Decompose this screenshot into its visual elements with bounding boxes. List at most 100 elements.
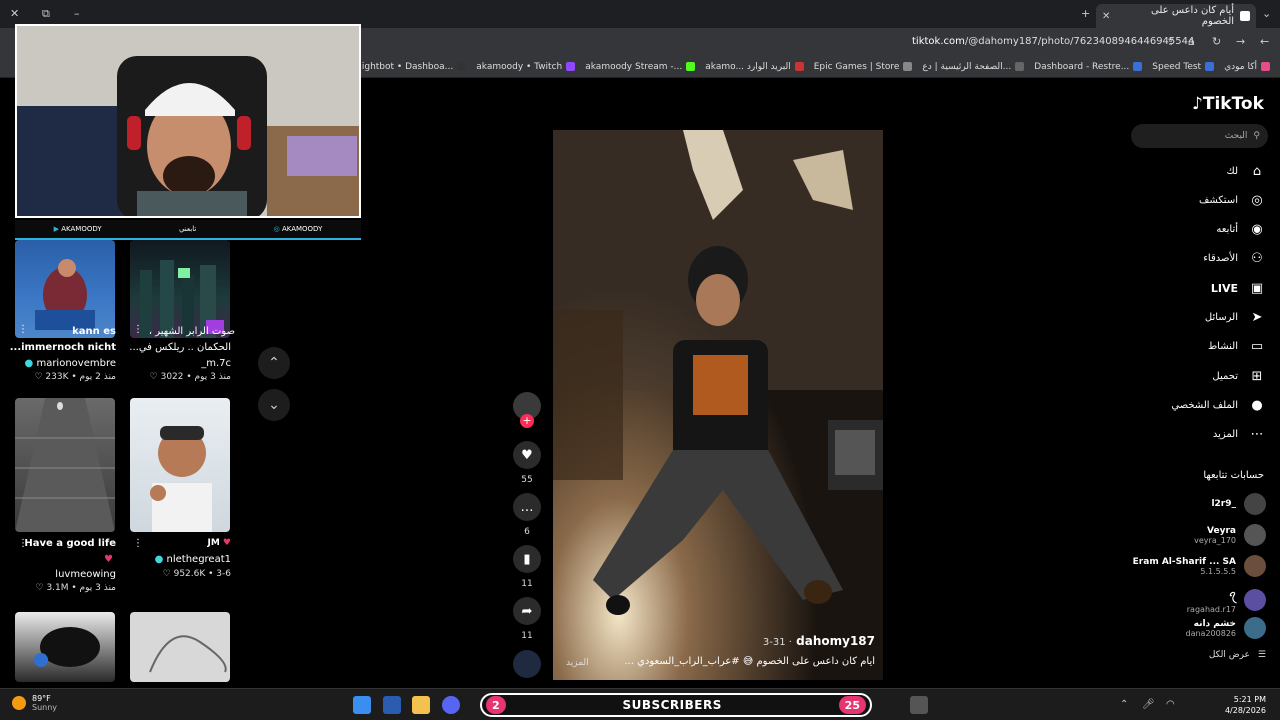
close-icon[interactable]: ✕	[10, 7, 19, 20]
system-clock[interactable]: 5:21 PM 4/28/2026	[1225, 694, 1266, 716]
share-icon[interactable]: ⇪	[1166, 35, 1175, 48]
bookmark-item[interactable]: Epic Games | Store	[814, 62, 913, 72]
bookmark-item[interactable]: Nightbot • Dashboa...	[355, 62, 467, 72]
compass-icon: ◎	[1251, 192, 1263, 208]
sidebar-item-more[interactable]: المزيد ⋯	[1213, 425, 1266, 445]
bookmark-item[interactable]: akamoody • Twitch	[476, 62, 576, 72]
instagram-icon: ◎	[273, 225, 280, 233]
sidebar-item-upload[interactable]: تحميل ⊞	[1212, 366, 1266, 386]
kebab-icon[interactable]: ⋮	[18, 538, 28, 549]
search-input[interactable]: البحث ⚲	[1131, 124, 1268, 148]
settings-gear-icon[interactable]	[910, 696, 928, 714]
following-account[interactable]: l2r9_	[1211, 493, 1266, 515]
chevron-down-icon[interactable]: ⌄	[1262, 7, 1271, 20]
back-icon[interactable]: ←	[1260, 35, 1269, 48]
sidebar-item-live[interactable]: LIVE ▣	[1211, 278, 1266, 298]
forward-icon[interactable]: →	[1236, 35, 1245, 48]
video-title[interactable]: Have a good life	[24, 538, 116, 549]
sidebar-item-profile[interactable]: الملف الشخصي ●	[1171, 395, 1266, 415]
video-author[interactable]: marionovembre ●	[25, 358, 116, 369]
like-button[interactable]: ♥ 55	[512, 441, 542, 485]
weather-widget[interactable]: 89°F Sunny	[12, 694, 57, 712]
video-thumbnail[interactable]	[130, 612, 230, 682]
post-author[interactable]: 3-31 · dahomy187	[553, 634, 875, 648]
youtube-handle: ▶ AKAMOODY	[54, 225, 102, 233]
weather-condition: Sunny	[32, 703, 58, 712]
sidebar-item-friends[interactable]: الأصدقاء ⚇	[1203, 249, 1266, 269]
wrestling-image	[35, 259, 95, 330]
account-display-name: Veyra	[1207, 525, 1236, 536]
tiktok-favicon-icon	[1240, 11, 1250, 21]
video-author[interactable]: luvmeowing	[55, 569, 116, 580]
scroll-down-button[interactable]: ⌄	[258, 389, 290, 421]
new-tab-icon[interactable]: +	[1081, 7, 1090, 20]
share-count: 11	[521, 631, 533, 641]
author-avatar-button[interactable]: +	[512, 392, 542, 428]
url-text[interactable]: tiktok.com/@dahomy187/photo/762340894644…	[912, 36, 1194, 47]
bookmark-favicon-icon	[1261, 62, 1270, 71]
bookmark-item[interactable]: الصفحة الرئيسية | دع...	[922, 62, 1025, 72]
sound-disc-button[interactable]	[512, 650, 542, 678]
home-browser-icon[interactable]: ⌂	[1188, 35, 1195, 48]
bookmark-item[interactable]: Speed Test	[1152, 62, 1215, 72]
kebab-icon[interactable]: ⋮	[133, 324, 143, 335]
home-icon: ⌂	[1252, 163, 1262, 179]
follow-plus-icon[interactable]: +	[520, 414, 534, 428]
account-names: ꪖ ragahad.r17	[1187, 586, 1236, 614]
tab-active[interactable]: أيام كان داعس على الخصوم ✕	[1096, 4, 1256, 28]
video-grid: kann es immernoch nicht... marionovembre…	[0, 220, 245, 682]
sidebar-item-label: الرسائل	[1204, 312, 1238, 323]
comment-button[interactable]: … 6	[512, 493, 542, 537]
video-title[interactable]: صوت الرابر الشهير ،	[149, 326, 235, 337]
reload-icon[interactable]: ↻	[1212, 35, 1221, 48]
video-author[interactable]: nlethegreat1 ●	[155, 554, 231, 565]
avatar	[1244, 524, 1266, 546]
following-account[interactable]: خشم دانه dana200826	[1186, 617, 1266, 639]
kebab-icon[interactable]: ⋮	[18, 324, 28, 335]
kebab-icon[interactable]: ⋮	[133, 538, 143, 549]
heart-icon: ♥	[513, 441, 541, 469]
bookmark-item[interactable]: akamoody Stream -...	[585, 62, 696, 72]
video-title[interactable]: ♥ JM	[207, 538, 231, 548]
discord-icon[interactable]	[442, 696, 460, 714]
bookmark-item[interactable]: Dashboard - Restre...	[1034, 62, 1143, 72]
minimize-icon[interactable]: –	[74, 7, 80, 20]
video-thumbnail[interactable]	[15, 240, 115, 338]
friends-icon: ⚇	[1251, 251, 1263, 267]
windows-start-icon[interactable]	[353, 696, 371, 714]
video-title-line2[interactable]: immernoch nicht...	[10, 342, 116, 353]
sidebar-item-send[interactable]: الرسائل ➤	[1205, 308, 1266, 328]
file-explorer-icon[interactable]	[412, 696, 430, 714]
sidebar-item-activity[interactable]: النشاط ▭	[1208, 337, 1266, 357]
scroll-up-button[interactable]: ⌃	[258, 347, 290, 379]
restore-icon[interactable]: ⧉	[42, 7, 50, 21]
see-more-link[interactable]: المزيد	[566, 658, 589, 668]
following-account[interactable]: Veyra veyra_170	[1194, 524, 1266, 546]
share-button[interactable]: ➦ 11	[512, 597, 542, 641]
video-thumbnail[interactable]	[130, 398, 230, 532]
upload-icon: ⊞	[1251, 368, 1263, 384]
network-icon[interactable]: ◠	[1166, 699, 1175, 710]
video-thumbnail[interactable]	[15, 398, 115, 532]
following-account[interactable]: ꪖ ragahad.r17	[1187, 586, 1266, 614]
weather-temp: 89°F	[32, 694, 51, 703]
tab-close-icon[interactable]: ✕	[1102, 11, 1110, 22]
bookmark-item[interactable]: أكا مودي	[1224, 62, 1270, 72]
save-button[interactable]: ▮ 11	[512, 545, 542, 589]
video-title-line2[interactable]: الحكمان .. ريلكس في...	[129, 342, 231, 353]
tray-chevron-up-icon[interactable]: ⌃	[1120, 699, 1128, 710]
post-image[interactable]	[553, 130, 883, 680]
see-all-link[interactable]: عرض الكل ☰	[1209, 650, 1266, 660]
video-thumbnail[interactable]	[130, 240, 230, 338]
following-account[interactable]: Eram Al-Sharif ... SA 5.1.5.5.5	[1133, 555, 1266, 577]
sidebar-item-following[interactable]: أتابعه ◉	[1216, 220, 1266, 240]
microphone-icon[interactable]: 🎤︎	[1142, 699, 1155, 710]
sidebar-item-home[interactable]: لك ⌂	[1227, 161, 1266, 181]
tiktok-logo[interactable]: ♪TikTok	[1192, 94, 1264, 114]
video-thumbnail[interactable]	[15, 612, 115, 682]
bookmark-item[interactable]: akamo... البريد الوارد	[705, 62, 804, 72]
video-title[interactable]: kann es	[72, 326, 116, 337]
task-view-icon[interactable]	[383, 696, 401, 714]
video-author[interactable]: m.7c_	[201, 358, 231, 369]
sidebar-item-compass[interactable]: استكشف ◎	[1199, 190, 1266, 210]
